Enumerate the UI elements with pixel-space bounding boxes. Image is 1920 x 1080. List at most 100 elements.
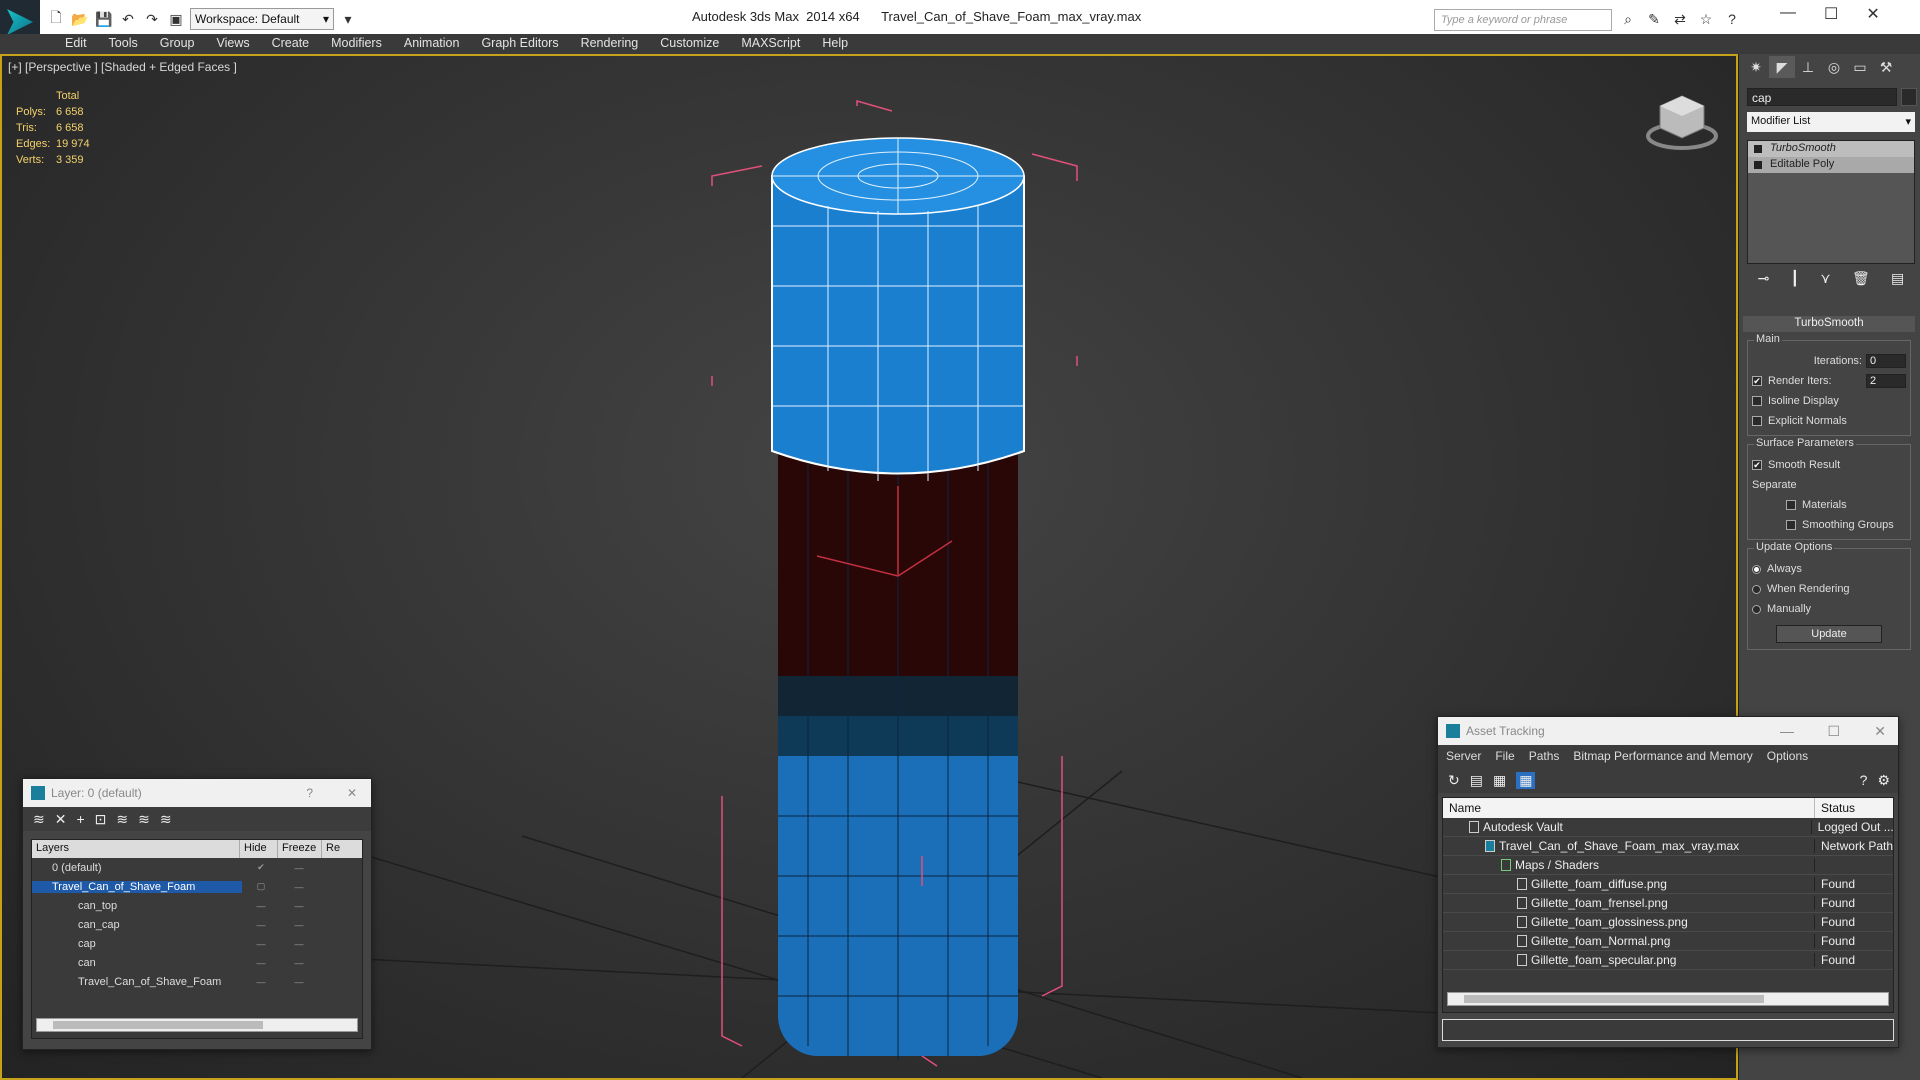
display-tab-icon[interactable]: ▭ — [1847, 56, 1873, 78]
table-row[interactable]: Gillette_foam_glossiness.png Found — [1443, 913, 1893, 932]
isoline-checkbox[interactable] — [1752, 396, 1762, 406]
table-row[interactable]: Gillette_foam_frensel.png Found — [1443, 894, 1893, 913]
help-icon[interactable]: ? — [1722, 9, 1742, 29]
table-row[interactable]: Gillette_foam_diffuse.png Found — [1443, 875, 1893, 894]
select-in-layer-icon[interactable]: ⊡ — [95, 811, 107, 828]
hide-all-layers-icon[interactable]: ≋ — [138, 811, 150, 828]
table-row[interactable]: Travel_Can_of_Shave_Foam — — — [32, 972, 362, 991]
table-row[interactable]: can_cap — — — [32, 915, 362, 934]
stack-item-turbosmooth[interactable]: TurboSmooth — [1748, 141, 1914, 157]
smoothing-groups-checkbox[interactable] — [1786, 520, 1796, 530]
menu-file[interactable]: File — [1495, 749, 1514, 763]
menu-graph-editors[interactable]: Graph Editors — [470, 34, 569, 54]
manually-radio[interactable] — [1752, 604, 1761, 614]
delete-layer-icon[interactable]: ✕ — [55, 811, 67, 828]
table-view-icon[interactable]: ▦ — [1516, 771, 1536, 789]
minimize-icon[interactable]: — — [1780, 723, 1794, 739]
hide-toggle[interactable]: — — [242, 958, 280, 968]
viewcube-icon[interactable] — [1642, 86, 1722, 156]
menu-bitmap-performance[interactable]: Bitmap Performance and Memory — [1573, 749, 1752, 763]
freeze-toggle[interactable]: — — [280, 901, 318, 911]
motion-tab-icon[interactable]: ◎ — [1821, 56, 1847, 78]
redo-icon[interactable]: ↷ — [142, 9, 162, 29]
hide-toggle[interactable]: ✔ — [242, 862, 280, 873]
utilities-tab-icon[interactable]: ⚒ — [1873, 56, 1899, 78]
menu-help[interactable]: Help — [811, 34, 859, 54]
refresh-icon[interactable]: ↻ — [1448, 772, 1460, 789]
table-row[interactable]: Travel_Can_of_Shave_Foam ▢ — — [32, 877, 362, 896]
show-end-result-icon[interactable]: ┃ — [1791, 270, 1799, 287]
hide-toggle[interactable]: — — [242, 977, 280, 987]
table-row[interactable]: can — — — [32, 953, 362, 972]
horizontal-scrollbar[interactable] — [36, 1018, 358, 1032]
modify-tab-icon[interactable]: ◤ — [1769, 56, 1795, 78]
close-icon[interactable]: ✕ — [1866, 4, 1879, 24]
expand-icon[interactable] — [1754, 161, 1762, 169]
freeze-toggle[interactable]: — — [280, 958, 318, 968]
asset-path-field[interactable] — [1442, 1019, 1894, 1041]
settings-icon[interactable]: ⚙ — [1877, 772, 1890, 789]
table-row[interactable]: Gillette_foam_Normal.png Found — [1443, 932, 1893, 951]
workspace-select[interactable]: Workspace: Default ▾ — [190, 8, 334, 30]
asset-window-titlebar[interactable]: Asset Tracking — ☐ ✕ — [1438, 717, 1898, 745]
menu-edit[interactable]: Edit — [54, 34, 98, 54]
freeze-toggle[interactable]: — — [280, 939, 318, 949]
viewport-label[interactable]: [+] [Perspective ] [Shaded + Edged Faces… — [8, 60, 237, 74]
help-icon[interactable]: ? — [306, 786, 313, 800]
add-to-layer-icon[interactable]: + — [76, 811, 84, 827]
table-row[interactable]: Autodesk Vault Logged Out ... — [1443, 818, 1893, 837]
menu-options[interactable]: Options — [1767, 749, 1808, 763]
render-iters-checkbox[interactable]: ✔ — [1752, 376, 1762, 386]
configure-sets-icon[interactable]: ▤ — [1891, 270, 1904, 287]
hide-toggle[interactable]: — — [242, 920, 280, 930]
save-icon[interactable]: 💾 — [94, 9, 114, 29]
freeze-all-layers-icon[interactable]: ≋ — [160, 811, 172, 828]
menu-rendering[interactable]: Rendering — [570, 34, 650, 54]
menu-animation[interactable]: Animation — [393, 34, 471, 54]
horizontal-scrollbar[interactable] — [1447, 992, 1889, 1006]
menu-paths[interactable]: Paths — [1529, 749, 1560, 763]
col-layers[interactable]: Layers — [32, 840, 240, 858]
search-input[interactable]: Type a keyword or phrase — [1434, 9, 1612, 31]
iterations-spinner[interactable]: 0 — [1866, 354, 1906, 368]
stack-item-editable-poly[interactable]: Editable Poly — [1748, 157, 1914, 173]
update-button[interactable]: Update — [1776, 625, 1882, 643]
menu-group[interactable]: Group — [149, 34, 206, 54]
table-row[interactable]: cap — — — [32, 934, 362, 953]
maximize-icon[interactable]: ☐ — [1824, 4, 1838, 24]
layer-window-titlebar[interactable]: Layer: 0 (default) ? ✕ — [23, 779, 371, 807]
explicit-normals-checkbox[interactable] — [1752, 416, 1762, 426]
table-row[interactable]: 0 (default) ✔ — — [32, 858, 362, 877]
hide-toggle[interactable]: — — [242, 901, 280, 911]
menu-modifiers[interactable]: Modifiers — [320, 34, 393, 54]
binoculars-icon[interactable]: ⌕ — [1618, 9, 1638, 29]
object-color-swatch[interactable] — [1901, 88, 1917, 106]
freeze-toggle[interactable]: — — [280, 882, 318, 892]
undo-icon[interactable]: ↶ — [118, 9, 138, 29]
freeze-toggle[interactable]: — — [280, 977, 318, 987]
pin-stack-icon[interactable]: ⊸ — [1758, 270, 1770, 287]
menu-views[interactable]: Views — [205, 34, 260, 54]
thumbnail-view-icon[interactable]: ▦ — [1493, 772, 1506, 789]
make-unique-icon[interactable]: ⋎ — [1820, 270, 1830, 287]
table-row[interactable]: Gillette_foam_specular.png Found — [1443, 951, 1893, 970]
lightbulb-icon[interactable] — [1754, 145, 1762, 153]
table-row[interactable]: Travel_Can_of_Shave_Foam_max_vray.max Net… — [1443, 837, 1893, 856]
menu-maxscript[interactable]: MAXScript — [730, 34, 811, 54]
rollout-title[interactable]: TurboSmooth — [1743, 316, 1915, 332]
menu-server[interactable]: Server — [1446, 749, 1481, 763]
favorites-icon[interactable]: ☆ — [1696, 9, 1716, 29]
new-layer-icon[interactable]: ≋ — [33, 811, 45, 828]
communication-icon[interactable]: ✎ — [1644, 9, 1664, 29]
col-render[interactable]: Re — [322, 840, 344, 858]
help-icon[interactable]: ? — [1860, 772, 1868, 788]
close-icon[interactable]: ✕ — [347, 786, 357, 800]
col-freeze[interactable]: Freeze — [278, 840, 322, 858]
hide-toggle[interactable]: ▢ — [242, 881, 280, 892]
toolbar-overflow-icon[interactable]: ▾ — [338, 9, 358, 29]
scrollbar-thumb[interactable] — [1464, 995, 1764, 1003]
table-row[interactable]: can_top — — — [32, 896, 362, 915]
new-file-icon[interactable]: 🗋 — [46, 9, 66, 29]
maximize-icon[interactable]: ☐ — [1827, 723, 1840, 740]
open-file-icon[interactable]: 📂 — [70, 9, 90, 29]
